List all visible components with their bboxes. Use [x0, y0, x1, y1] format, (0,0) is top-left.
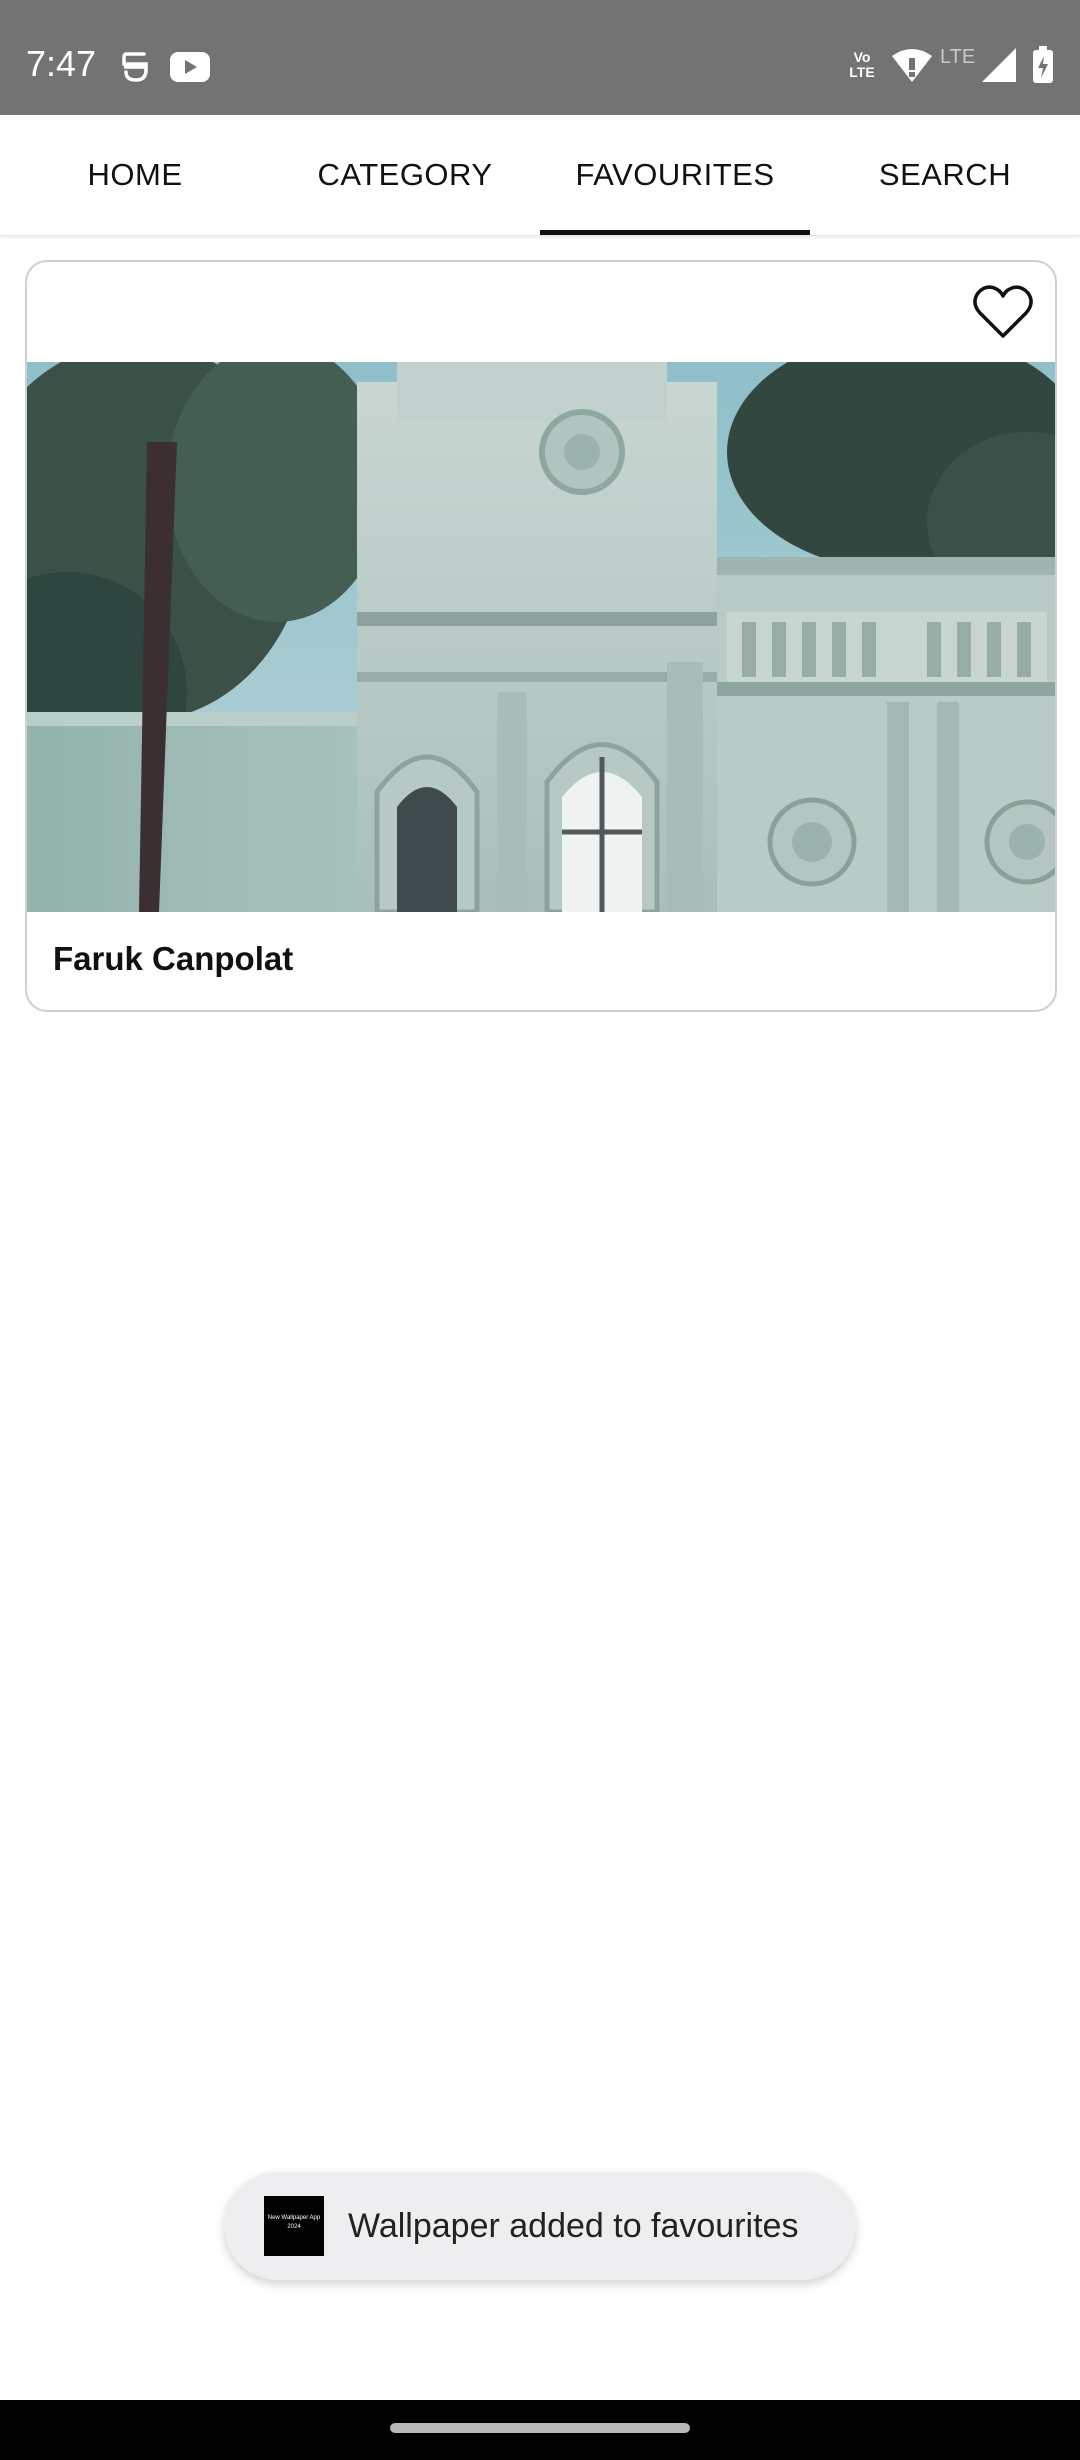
battery-icon [1033, 46, 1053, 83]
status-bar: 7:47 Vo LTE LTE [0, 0, 1080, 115]
wallpaper-title: Faruk Canpolat [53, 940, 294, 977]
home-gesture-handle[interactable] [390, 2423, 690, 2433]
toast-notification: New Wallpaper App 2024 Wallpaper added t… [224, 2172, 856, 2280]
status-time: 7:47 [26, 43, 97, 84]
system-nav-bar [0, 2400, 1080, 2460]
app-logo: New Wallpaper App 2024 [264, 2196, 324, 2256]
selected-tab-indicator [540, 230, 810, 235]
lte-label: LTE [940, 46, 976, 68]
vpn-key-icon [122, 52, 148, 82]
tab-search[interactable]: SEARCH [810, 115, 1080, 235]
tab-favourites[interactable]: FAVOURITES [540, 115, 810, 235]
volte-label: Vo LTE [849, 49, 875, 80]
wallpaper-image[interactable] [27, 362, 1055, 912]
signal-icon [982, 48, 1016, 82]
tab-category[interactable]: CATEGORY [270, 115, 540, 235]
wallpaper-card[interactable]: Faruk Canpolat [25, 260, 1057, 1012]
toast-message: Wallpaper added to favourites [348, 2207, 799, 2245]
lte-icon: LTE [940, 46, 975, 68]
tab-home[interactable]: HOME [0, 115, 270, 235]
heart-outline-icon[interactable] [973, 284, 1033, 340]
volte-icon: Vo LTE [842, 50, 882, 80]
wifi-icon [892, 49, 932, 82]
tab-bar: HOME CATEGORY FAVOURITES SEARCH [0, 115, 1080, 236]
youtube-icon [170, 52, 210, 82]
